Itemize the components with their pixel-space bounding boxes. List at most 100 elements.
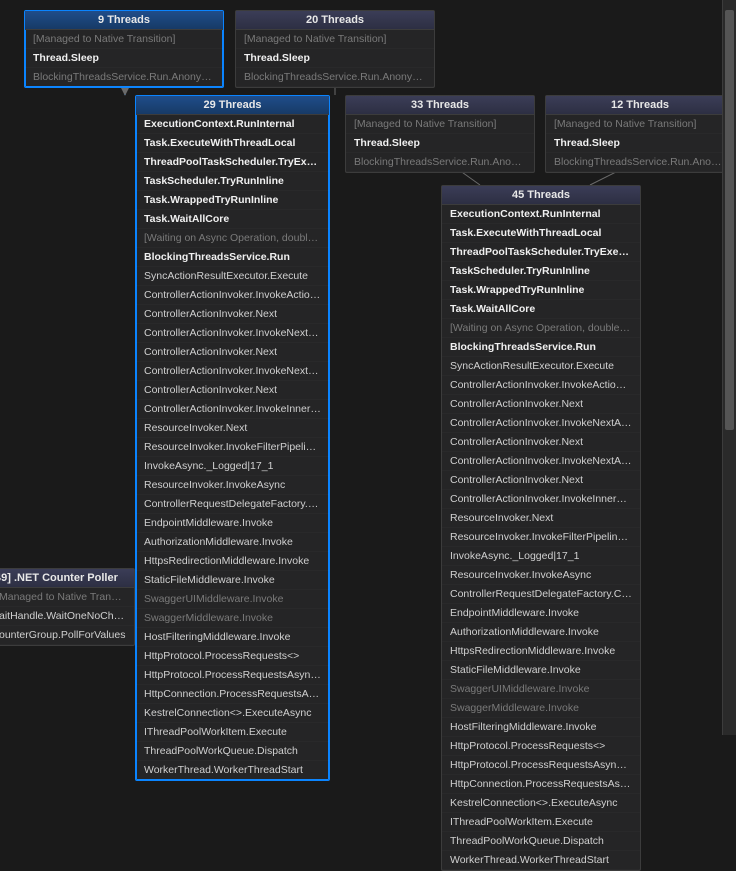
stack-frame[interactable]: ControllerActionInvoker.Next	[136, 305, 329, 324]
stack-frame[interactable]: ControllerActionInvoker.Next	[442, 471, 640, 490]
stack-list: ExecutionContext.RunInternalTask.Execute…	[442, 205, 640, 870]
stack-frame[interactable]: AuthorizationMiddleware.Invoke	[136, 533, 329, 552]
stack-frame[interactable]: ResourceInvoker.Next	[442, 509, 640, 528]
stack-frame[interactable]: KestrelConnection<>.ExecuteAsync	[442, 794, 640, 813]
stack-frame[interactable]: TaskScheduler.TryRunInline	[136, 172, 329, 191]
stack-frame[interactable]: HostFilteringMiddleware.Invoke	[136, 628, 329, 647]
stack-frame[interactable]: InvokeAsync._Logged|17_1	[442, 547, 640, 566]
stack-frame[interactable]: [Waiting on Async Operation, double-clic…	[442, 319, 640, 338]
stack-frame[interactable]: ControllerActionInvoker.InvokeInnerFilte…	[136, 400, 329, 419]
stack-frame[interactable]: aitHandle.WaitOneNoCheck	[0, 607, 134, 626]
stack-frame[interactable]: Thread.Sleep	[25, 49, 223, 68]
stack-frame[interactable]: EndpointMiddleware.Invoke	[136, 514, 329, 533]
stack-frame[interactable]: BlockingThreadsService.Run	[136, 248, 329, 267]
thread-panel-29[interactable]: 29 Threads ExecutionContext.RunInternalT…	[135, 95, 330, 781]
stack-frame[interactable]: HttpProtocol.ProcessRequests<>	[136, 647, 329, 666]
thread-panel-45[interactable]: 45 Threads ExecutionContext.RunInternalT…	[441, 185, 641, 871]
stack-frame[interactable]: SwaggerUIMiddleware.Invoke	[136, 590, 329, 609]
stack-frame[interactable]: HttpConnection.ProcessRequestsAsync<>	[136, 685, 329, 704]
panel-header: 9 Threads	[25, 11, 223, 30]
stack-frame[interactable]: HttpsRedirectionMiddleware.Invoke	[442, 642, 640, 661]
stack-frame[interactable]: ResourceInvoker.InvokeAsync	[136, 476, 329, 495]
stack-frame[interactable]: ControllerActionInvoker.Next	[136, 343, 329, 362]
thread-panel-20[interactable]: 20 Threads [Managed to Native Transition…	[235, 10, 435, 88]
stack-frame[interactable]: HttpsRedirectionMiddleware.Invoke	[136, 552, 329, 571]
stack-frame[interactable]: StaticFileMiddleware.Invoke	[442, 661, 640, 680]
stack-frame[interactable]: ExecutionContext.RunInternal	[136, 115, 329, 134]
stack-frame[interactable]: ExecutionContext.RunInternal	[442, 205, 640, 224]
stack-frame[interactable]: WorkerThread.WorkerThreadStart	[136, 761, 329, 780]
stack-frame[interactable]: SwaggerMiddleware.Invoke	[136, 609, 329, 628]
stack-frame[interactable]: KestrelConnection<>.ExecuteAsync	[136, 704, 329, 723]
stack-frame[interactable]: ControllerActionInvoker.InvokeNextAction…	[136, 362, 329, 381]
stack-frame[interactable]: ThreadPoolWorkQueue.Dispatch	[442, 832, 640, 851]
stack-frame[interactable]: ounterGroup.PollForValues	[0, 626, 134, 645]
stack-frame[interactable]: BlockingThreadsService.Run.AnonymousMet.…	[346, 153, 534, 172]
stack-frame[interactable]: ResourceInvoker.InvokeAsync	[442, 566, 640, 585]
panel-header: 12 Threads	[546, 96, 734, 115]
stack-frame[interactable]: InvokeAsync._Logged|17_1	[136, 457, 329, 476]
stack-frame[interactable]: ThreadPoolTaskScheduler.TryExecuteTaskIn…	[442, 243, 640, 262]
thread-panel-9[interactable]: 9 Threads [Managed to Native Transition]…	[24, 10, 224, 88]
stack-frame[interactable]: ResourceInvoker.InvokeFilterPipelineAsyn…	[442, 528, 640, 547]
stack-frame[interactable]: ControllerActionInvoker.Next	[136, 381, 329, 400]
stack-frame[interactable]: SyncActionResultExecutor.Execute	[136, 267, 329, 286]
stack-frame[interactable]: EndpointMiddleware.Invoke	[442, 604, 640, 623]
stack-frame[interactable]: ControllerActionInvoker.InvokeActionMeth…	[442, 376, 640, 395]
stack-frame[interactable]: ControllerRequestDelegateFactory.CreateR…	[136, 495, 329, 514]
stack-frame[interactable]: IThreadPoolWorkItem.Execute	[136, 723, 329, 742]
stack-frame[interactable]: ControllerActionInvoker.Next	[442, 395, 640, 414]
stack-frame[interactable]: HttpProtocol.ProcessRequestsAsync<>	[136, 666, 329, 685]
vertical-scrollbar[interactable]	[722, 0, 736, 735]
stack-frame[interactable]: Task.WaitAllCore	[442, 300, 640, 319]
stack-frame[interactable]: [Managed to Native Transition]	[346, 115, 534, 134]
stack-frame[interactable]: BlockingThreadsService.Run	[442, 338, 640, 357]
stack-frame[interactable]: Thread.Sleep	[346, 134, 534, 153]
stack-frame[interactable]: Task.ExecuteWithThreadLocal	[136, 134, 329, 153]
stack-frame[interactable]: [Managed to Native Transition]	[546, 115, 734, 134]
stack-frame[interactable]: ControllerActionInvoker.InvokeNextAction…	[136, 324, 329, 343]
stack-frame[interactable]: IThreadPoolWorkItem.Execute	[442, 813, 640, 832]
stack-list: [Managed to Native Transition]Thread.Sle…	[25, 30, 223, 87]
panel-header: 29 Threads	[136, 96, 329, 115]
panel-header: 49] .NET Counter Poller	[0, 569, 134, 588]
stack-frame[interactable]: BlockingThreadsService.Run.AnonymousMet.…	[236, 68, 434, 87]
stack-frame[interactable]: Task.WaitAllCore	[136, 210, 329, 229]
stack-frame[interactable]: BlockingThreadsService.Run.AnonymousMet.…	[546, 153, 734, 172]
stack-frame[interactable]: ResourceInvoker.InvokeFilterPipelineAsyn…	[136, 438, 329, 457]
thread-panel-33[interactable]: 33 Threads [Managed to Native Transition…	[345, 95, 535, 173]
stack-frame[interactable]: Thread.Sleep	[546, 134, 734, 153]
stack-frame[interactable]: ControllerActionInvoker.InvokeNextAction…	[442, 452, 640, 471]
stack-frame[interactable]: [Managed to Native Transition]	[236, 30, 434, 49]
stack-frame[interactable]: HttpConnection.ProcessRequestsAsync<>	[442, 775, 640, 794]
stack-frame[interactable]: Task.WrappedTryRunInline	[136, 191, 329, 210]
scrollbar-thumb[interactable]	[725, 10, 734, 430]
stack-frame[interactable]: Task.ExecuteWithThreadLocal	[442, 224, 640, 243]
stack-frame[interactable]: ControllerActionInvoker.InvokeNextAction…	[442, 414, 640, 433]
stack-frame[interactable]: Task.WrappedTryRunInline	[442, 281, 640, 300]
thread-panel-12[interactable]: 12 Threads [Managed to Native Transition…	[545, 95, 735, 173]
stack-frame[interactable]: WorkerThread.WorkerThreadStart	[442, 851, 640, 870]
stack-frame[interactable]: HttpProtocol.ProcessRequests<>	[442, 737, 640, 756]
stack-frame[interactable]: TaskScheduler.TryRunInline	[442, 262, 640, 281]
stack-frame[interactable]: ControllerActionInvoker.Next	[442, 433, 640, 452]
stack-frame[interactable]: AuthorizationMiddleware.Invoke	[442, 623, 640, 642]
stack-frame[interactable]: Managed to Native Transition]	[0, 588, 134, 607]
stack-frame[interactable]: SwaggerUIMiddleware.Invoke	[442, 680, 640, 699]
stack-frame[interactable]: StaticFileMiddleware.Invoke	[136, 571, 329, 590]
stack-frame[interactable]: ControllerActionInvoker.InvokeActionMeth…	[136, 286, 329, 305]
stack-frame[interactable]: HttpProtocol.ProcessRequestsAsync<>	[442, 756, 640, 775]
stack-frame[interactable]: [Managed to Native Transition]	[25, 30, 223, 49]
stack-frame[interactable]: HostFilteringMiddleware.Invoke	[442, 718, 640, 737]
stack-frame[interactable]: SyncActionResultExecutor.Execute	[442, 357, 640, 376]
stack-frame[interactable]: SwaggerMiddleware.Invoke	[442, 699, 640, 718]
stack-frame[interactable]: Thread.Sleep	[236, 49, 434, 68]
stack-frame[interactable]: ResourceInvoker.Next	[136, 419, 329, 438]
thread-panel-counter-poller[interactable]: 49] .NET Counter Poller Managed to Nativ…	[0, 568, 135, 646]
stack-frame[interactable]: [Waiting on Async Operation, double-clic…	[136, 229, 329, 248]
stack-frame[interactable]: ThreadPoolWorkQueue.Dispatch	[136, 742, 329, 761]
stack-frame[interactable]: ThreadPoolTaskScheduler.TryExecuteTaskIn…	[136, 153, 329, 172]
stack-frame[interactable]: BlockingThreadsService.Run.AnonymousMet.…	[25, 68, 223, 87]
stack-frame[interactable]: ControllerActionInvoker.InvokeInnerFilte…	[442, 490, 640, 509]
stack-frame[interactable]: ControllerRequestDelegateFactory.CreateR…	[442, 585, 640, 604]
